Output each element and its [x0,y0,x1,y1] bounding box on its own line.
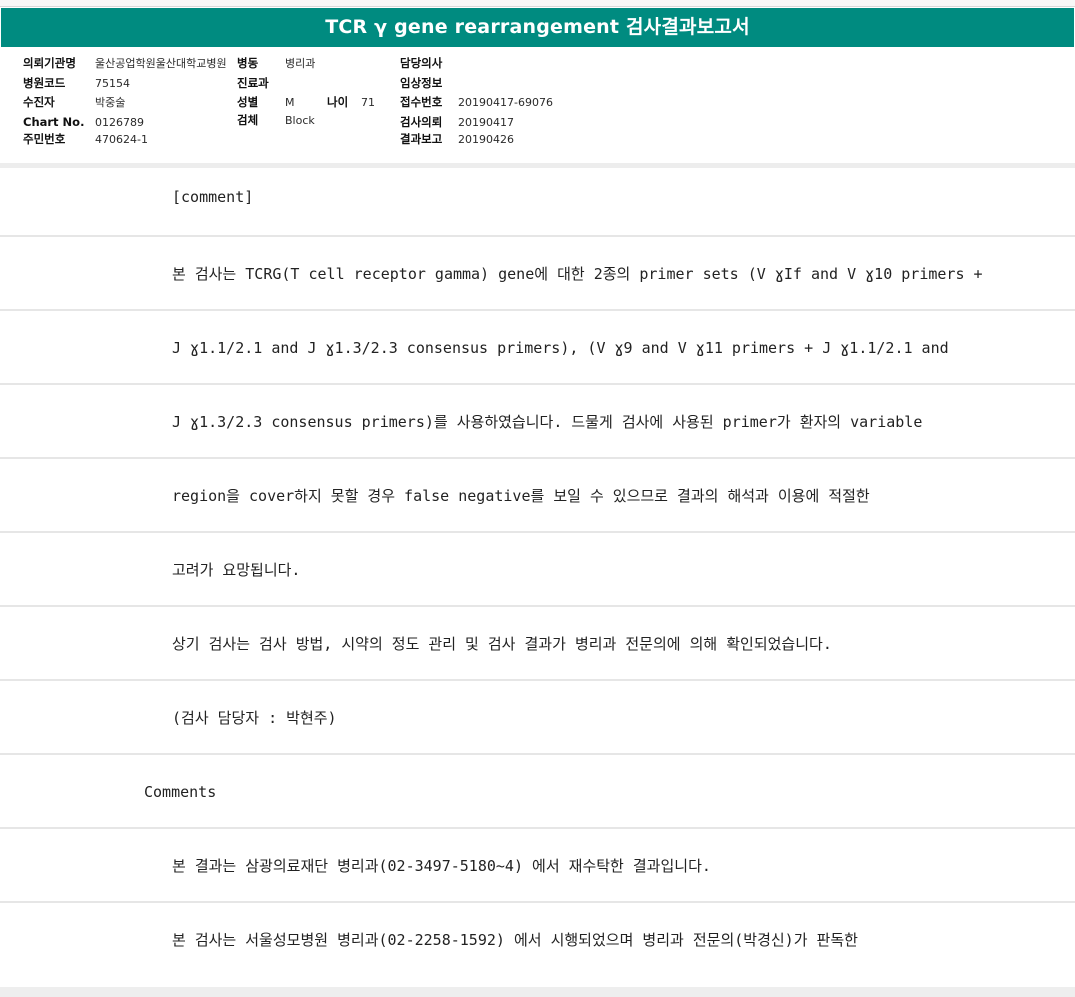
patient-info-panel: 의뢰기관명 울산공업학원울산대학교병원 병동 병리과 담당의사 병원코드 751… [0,48,1075,166]
resident-no-label: 주민번호 [23,132,66,146]
hospital-code-label: 병원코드 [23,76,66,90]
comment-heading: [comment] [172,188,254,206]
content-row: (검사 담당자 : 박현주) [0,681,1075,755]
bottom-scroll-area [0,987,1075,997]
age-value: 71 [361,96,375,109]
content-row: [comment] [0,160,1075,237]
age-label: 나이 [327,95,349,109]
clinical-info-label: 임상정보 [400,76,443,90]
ward-value: 병리과 [285,57,316,70]
report-text-line: region을 cover하지 못할 경우 false negative를 보일… [172,487,870,505]
resident-no-value: 470624-1 [95,133,148,146]
chart-no-label: Chart No. [23,115,85,129]
institution-value: 울산공업학원울산대학교병원 [95,57,227,70]
content-row: 본 결과는 삼광의료재단 병리과(02-3497-5180~4) 에서 재수탁한… [0,829,1075,903]
request-label: 검사의뢰 [400,115,443,129]
ward-label: 병동 [237,56,259,70]
report-text-line: (검사 담당자 : 박현주) [172,709,337,727]
report-text-line: 본 검사는 TCRG(T cell receptor gamma) gene에 … [172,265,983,283]
top-border [0,0,1075,7]
specimen-value: Block [285,114,315,127]
report-title: TCR γ gene rearrangement 검사결과보고서 [1,8,1074,47]
content-row: Comments [0,755,1075,829]
content-row: region을 cover하지 못할 경우 false negative를 보일… [0,459,1075,533]
request-value: 20190417 [458,116,514,129]
specimen-label: 검체 [237,113,259,127]
sex-value: M [285,96,295,109]
content-row: 고려가 요망됩니다. [0,533,1075,607]
content-row: 상기 검사는 검사 방법, 시약의 정도 관리 및 검사 결과가 병리과 전문의… [0,607,1075,681]
report-text-line: 본 검사는 서울성모병원 병리과(02-2258-1592) 에서 시행되었으며… [172,931,858,949]
receipt-value: 20190417-69076 [458,96,553,109]
sex-label: 성별 [237,95,259,109]
content-row: J ɣ1.1/2.1 and J ɣ1.3/2.3 consensus prim… [0,311,1075,385]
patient-value: 박중술 [95,96,126,109]
report-text-line: 고려가 요망됩니다. [172,561,301,579]
comments-heading: Comments [144,783,217,801]
report-text-line: J ɣ1.1/2.1 and J ɣ1.3/2.3 consensus prim… [172,339,949,357]
report-text-line: 본 결과는 삼광의료재단 병리과(02-3497-5180~4) 에서 재수탁한… [172,857,711,875]
hospital-code-value: 75154 [95,77,130,90]
content-row: J ɣ1.3/2.3 consensus primers)를 사용하였습니다. … [0,385,1075,459]
report-date-label: 결과보고 [400,132,443,146]
content-row: 본 검사는 서울성모병원 병리과(02-2258-1592) 에서 시행되었으며… [0,903,1075,977]
dept-label: 진료과 [237,76,269,90]
patient-label: 수진자 [23,95,55,109]
report-content: [comment] 본 검사는 TCRG(T cell receptor gam… [0,160,1075,977]
chart-no-value: 0126789 [95,116,144,129]
doctor-label: 담당의사 [400,56,443,70]
content-row: 본 검사는 TCRG(T cell receptor gamma) gene에 … [0,237,1075,311]
report-text-line: J ɣ1.3/2.3 consensus primers)를 사용하였습니다. … [172,413,923,431]
report-text-line: 상기 검사는 검사 방법, 시약의 정도 관리 및 검사 결과가 병리과 전문의… [172,635,832,653]
receipt-label: 접수번호 [400,95,443,109]
report-date-value: 20190426 [458,133,514,146]
institution-label: 의뢰기관명 [23,56,76,70]
